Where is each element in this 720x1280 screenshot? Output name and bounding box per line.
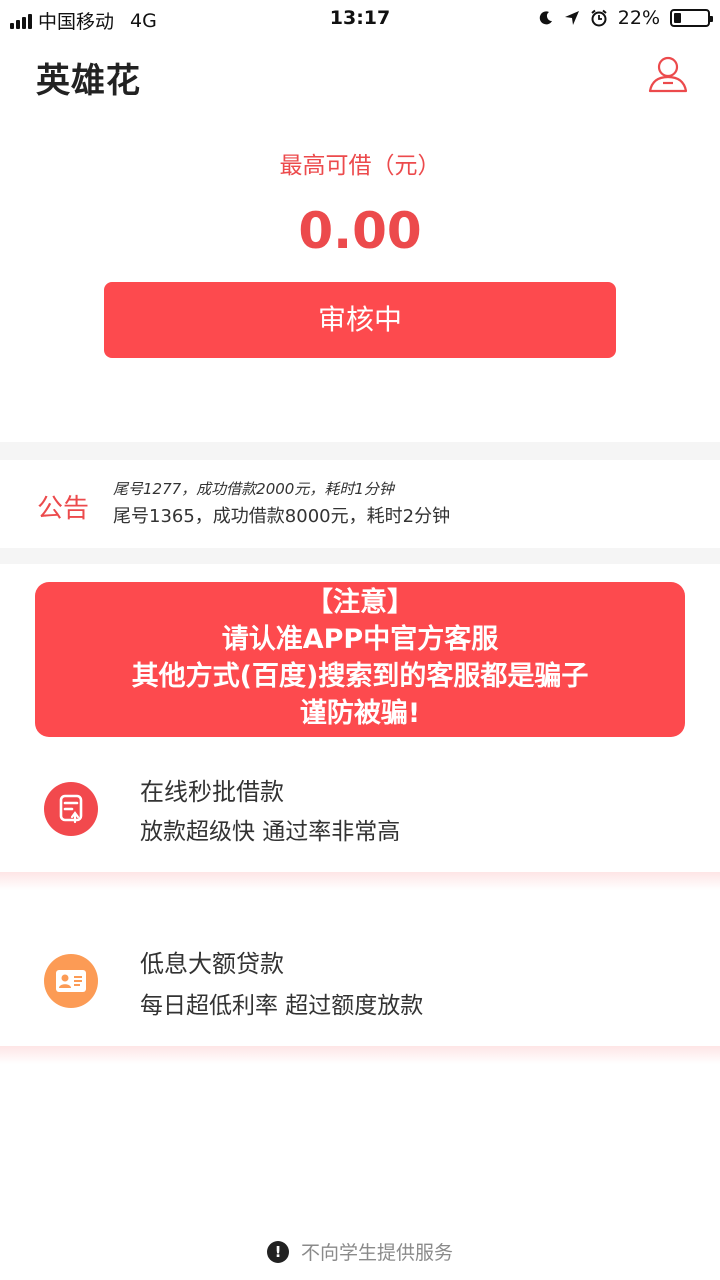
- battery-icon: [670, 9, 713, 27]
- feature-title: 低息大额贷款: [140, 950, 284, 978]
- app-title: 英雄花: [36, 61, 141, 101]
- feature-item-low-interest-loan[interactable]: 低息大额贷款 每日超低利率 超过额度放款: [0, 924, 720, 1046]
- limit-label: 最高可借（元）: [279, 153, 441, 179]
- warning-line: 谨防被骗!: [299, 698, 421, 729]
- moon-icon: [539, 11, 552, 25]
- alarm-icon: [591, 9, 607, 27]
- status-right: 22%: [538, 7, 713, 29]
- user-button[interactable]: [646, 52, 690, 96]
- warning-line: 其他方式(百度)搜索到的客服都是骗子: [131, 661, 589, 692]
- location-arrow-icon: [564, 11, 579, 25]
- warning-line: 【注意】: [306, 587, 414, 618]
- feature-divider: [0, 872, 720, 890]
- limit-amount: 0.00: [298, 202, 422, 260]
- id-card-icon: [44, 954, 98, 1008]
- user-icon: [648, 56, 688, 93]
- section-divider: [0, 442, 720, 460]
- footer-notice: ! 不向学生提供服务: [0, 1238, 720, 1264]
- review-status-button[interactable]: 审核中: [104, 282, 616, 358]
- feature-title: 在线秒批借款: [140, 778, 284, 806]
- feature-divider: [0, 1046, 720, 1064]
- status-bar: 中国移动 4G 13:17 22%: [0, 0, 720, 36]
- notice-item: 尾号1277，成功借款2000元，耗时1分钟: [113, 480, 394, 498]
- warning-line: 请认准APP中官方客服: [221, 624, 499, 655]
- warning-banner: 【注意】 请认准APP中官方客服 其他方式(百度)搜索到的客服都是骗子 谨防被骗…: [35, 582, 685, 737]
- document-icon: [44, 782, 98, 836]
- feature-item-instant-loan[interactable]: 在线秒批借款 放款超级快 通过率非常高: [0, 760, 720, 872]
- feature-desc: 放款超级快 通过率非常高: [140, 819, 401, 845]
- feature-desc: 每日超低利率 超过额度放款: [140, 993, 424, 1019]
- notice-label: 公告: [37, 494, 90, 524]
- section-divider: [0, 548, 720, 564]
- battery-fill: [674, 13, 681, 23]
- battery-percent: 22%: [617, 7, 660, 29]
- footer-text: 不向学生提供服务: [300, 1242, 453, 1264]
- alert-icon: !: [266, 1240, 289, 1263]
- header: 英雄花: [0, 36, 720, 112]
- notice-item: 尾号1365，成功借款8000元，耗时2分钟: [113, 506, 451, 527]
- notice-bar: 公告 尾号1277，成功借款2000元，耗时1分钟 尾号1365，成功借款800…: [0, 460, 720, 548]
